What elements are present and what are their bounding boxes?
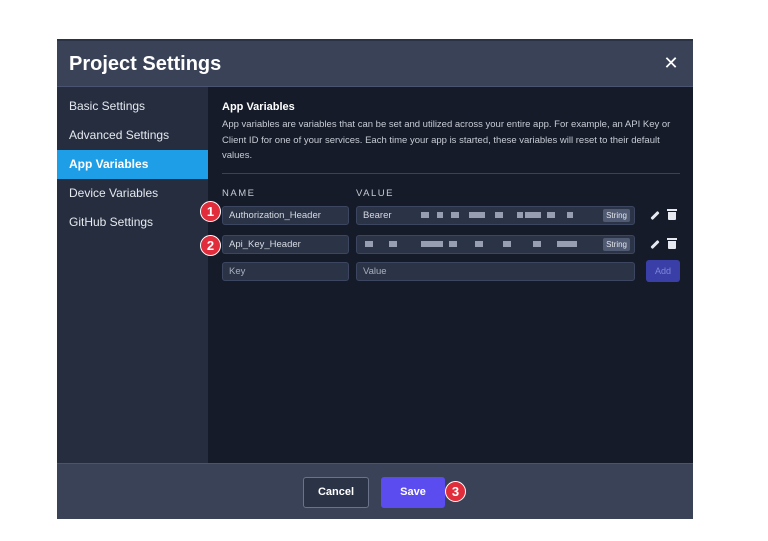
redacted-value (517, 212, 523, 218)
annotation-badge-1: 1 (200, 201, 221, 222)
redacted-value (475, 241, 483, 247)
redacted-value (547, 212, 555, 218)
new-key-input[interactable]: Key (222, 262, 349, 281)
variable-value-field[interactable]: Bearer String (356, 206, 635, 225)
sidebar-item-app-variables[interactable]: App Variables (57, 150, 208, 179)
dialog-footer: Cancel Save (57, 463, 693, 519)
annotation-badge-3: 3 (445, 481, 466, 502)
section-description: App variables are variables that can be … (222, 119, 671, 161)
project-settings-dialog: Project Settings ✕ Basic Settings Advanc… (57, 39, 693, 519)
dialog-header: Project Settings ✕ (57, 41, 693, 87)
redacted-value (503, 241, 511, 247)
value-column-header: VALUE (356, 188, 394, 199)
redacted-value (389, 241, 397, 247)
edit-icon[interactable] (648, 238, 660, 250)
redacted-value (437, 212, 443, 218)
app-variables-panel: App Variables App variables are variable… (208, 87, 693, 463)
sidebar-item-github-settings[interactable]: GitHub Settings (57, 208, 208, 237)
redacted-value (365, 241, 373, 247)
sidebar-item-advanced-settings[interactable]: Advanced Settings (57, 121, 208, 150)
section-divider (222, 173, 680, 174)
redacted-value (421, 241, 443, 247)
sidebar-item-device-variables[interactable]: Device Variables (57, 179, 208, 208)
save-button[interactable]: Save (381, 477, 445, 508)
redacted-value (495, 212, 503, 218)
variable-value-text: Bearer (363, 210, 392, 221)
variable-name-field[interactable]: Api_Key_Header (222, 235, 349, 254)
trash-icon[interactable] (666, 237, 678, 249)
dialog-title: Project Settings (69, 53, 222, 75)
variable-value-field[interactable]: String (356, 235, 635, 254)
type-badge: String (603, 209, 630, 222)
add-variable-button[interactable]: Add (646, 260, 680, 282)
annotation-badge-2: 2 (200, 235, 221, 256)
redacted-value (451, 212, 459, 218)
redacted-value (421, 212, 429, 218)
close-icon[interactable]: ✕ (661, 53, 681, 73)
trash-icon[interactable] (666, 208, 678, 220)
redacted-value (567, 212, 573, 218)
redacted-value (557, 241, 577, 247)
cancel-button[interactable]: Cancel (303, 477, 369, 508)
sidebar-item-basic-settings[interactable]: Basic Settings (57, 92, 208, 121)
variable-name-field[interactable]: Authorization_Header (222, 206, 349, 225)
redacted-value (469, 212, 485, 218)
type-badge: String (603, 238, 630, 251)
edit-icon[interactable] (648, 209, 660, 221)
redacted-value (449, 241, 457, 247)
redacted-value (533, 241, 541, 247)
settings-sidebar: Basic Settings Advanced Settings App Var… (57, 87, 208, 463)
redacted-value (525, 212, 541, 218)
new-value-input[interactable]: Value (356, 262, 635, 281)
name-column-header: NAME (222, 188, 256, 199)
section-title: App Variables (222, 101, 295, 113)
